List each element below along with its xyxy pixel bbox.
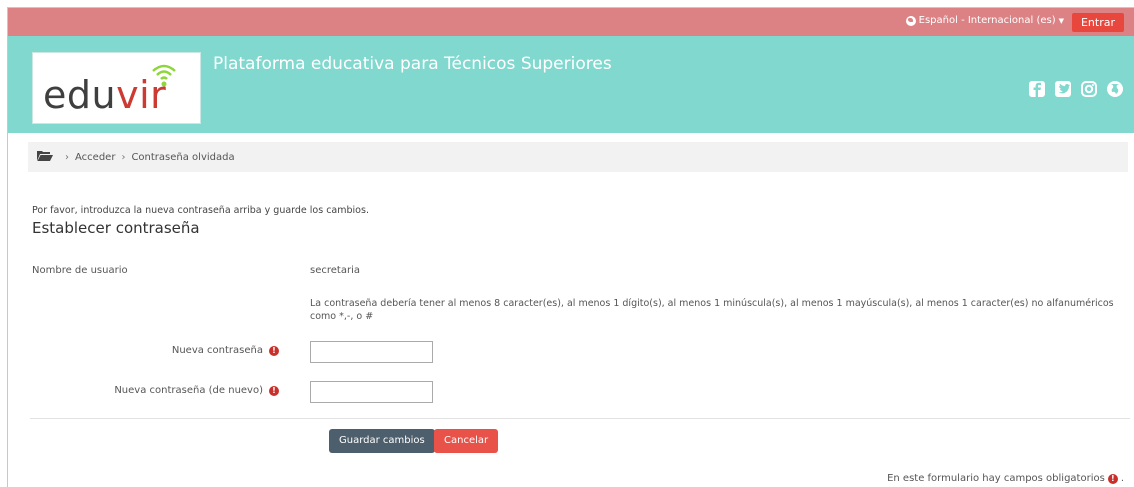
required-icon: ! [269,345,279,356]
site-title: Plataforma educativa para Técnicos Super… [213,54,612,74]
form-divider [30,418,1130,419]
login-button[interactable]: Entrar [1071,13,1124,32]
new-password-again-input[interactable] [310,381,433,403]
web-icon[interactable] [1106,80,1124,98]
username-value: secretaria [310,265,360,276]
required-note-text: En este formulario hay campos obligatori… [887,473,1105,484]
language-label: Español - Internacional (es) [918,15,1056,26]
required-icon: ! [1107,473,1118,484]
folder-icon[interactable] [37,150,53,164]
cancel-button[interactable]: Cancelar [434,429,499,453]
new-password-input[interactable] [310,341,433,363]
breadcrumb-item-current: Contraseña olvidada [131,151,235,163]
new-password-label: Nueva contraseña ! [172,345,279,356]
required-fields-note: En este formulario hay campos obligatori… [887,473,1124,484]
page-title: Establecer contraseña [32,219,200,237]
password-policy: La contraseña debería tener al menos 8 c… [310,298,1114,322]
instagram-icon[interactable] [1080,80,1098,98]
twitter-icon[interactable] [1054,80,1072,98]
caret-down-icon: ▼ [1058,16,1064,25]
language-menu[interactable]: Español - Internacional (es) ▼ [905,15,1064,26]
breadcrumb-separator: › [121,151,126,163]
globe-icon [905,15,916,26]
breadcrumb: › Acceder › Contraseña olvidada [28,142,1128,172]
logo-text: eduvir [43,73,167,117]
new-password-label-text: Nueva contraseña [171,345,263,356]
new-password-again-label: Nueva contraseña (de nuevo) ! [114,385,279,396]
form-intro: Por favor, introduzca la nueva contraseñ… [32,205,369,216]
site-logo[interactable]: eduvir [32,52,201,124]
breadcrumb-separator: › [65,151,69,163]
page: Español - Internacional (es) ▼ Entrar ed… [7,7,1134,487]
save-button[interactable]: Guardar cambios [329,429,435,453]
required-icon: ! [269,385,279,396]
facebook-icon[interactable] [1028,80,1046,98]
username-label: Nombre de usuario [32,265,128,276]
site-header: eduvir Plataforma educativa para Técnico… [8,36,1134,133]
new-password-again-label-text: Nueva contraseña (de nuevo) [114,385,263,396]
breadcrumb-item-acceder[interactable]: Acceder [75,152,115,163]
top-navbar: Español - Internacional (es) ▼ Entrar [8,8,1134,36]
social-links [1028,80,1124,98]
